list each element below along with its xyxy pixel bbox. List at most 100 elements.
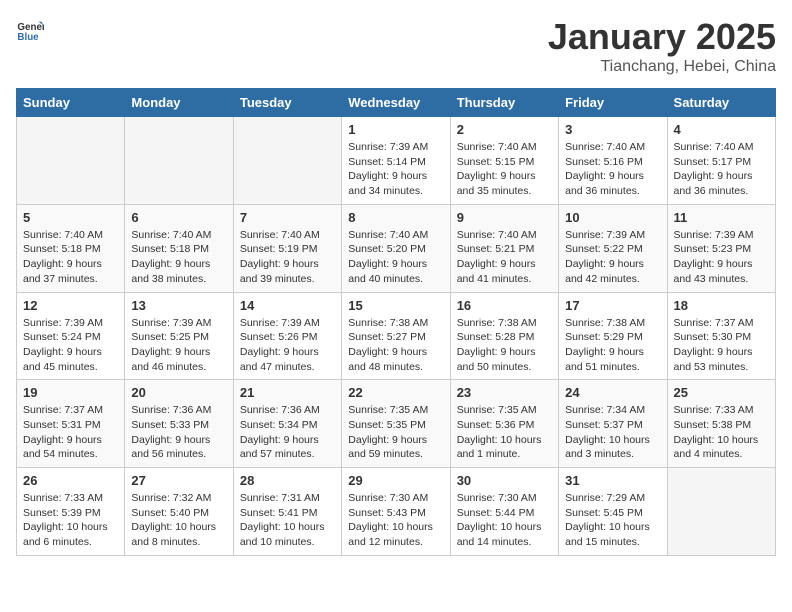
- calendar-subtitle: Tianchang, Hebei, China: [548, 58, 776, 76]
- day-info: Sunrise: 7:38 AM Sunset: 5:28 PM Dayligh…: [457, 316, 552, 375]
- day-of-week-header: Saturday: [667, 89, 775, 117]
- day-number: 8: [348, 210, 443, 225]
- day-info: Sunrise: 7:38 AM Sunset: 5:27 PM Dayligh…: [348, 316, 443, 375]
- calendar-week-row: 12 Sunrise: 7:39 AM Sunset: 5:24 PM Dayli…: [17, 292, 776, 380]
- calendar-cell: 27 Sunrise: 7:32 AM Sunset: 5:40 PM Dayli…: [125, 468, 233, 556]
- calendar-cell: 11Sunrise: 7:39 AM Sunset: 5:23 PM Dayli…: [667, 204, 775, 292]
- day-number: 2: [457, 122, 552, 137]
- calendar-cell: 5 Sunrise: 7:40 AM Sunset: 5:18 PM Daylig…: [17, 204, 125, 292]
- calendar-cell: 22 Sunrise: 7:35 AM Sunset: 5:35 PM Dayli…: [342, 380, 450, 468]
- logo: General Blue: [16, 16, 44, 44]
- calendar-week-row: 19 Sunrise: 7:37 AM Sunset: 5:31 PM Dayli…: [17, 380, 776, 468]
- calendar-cell: 24 Sunrise: 7:34 AM Sunset: 5:37 PM Dayli…: [559, 380, 667, 468]
- day-info: Sunrise: 7:40 AM Sunset: 5:20 PM Dayligh…: [348, 228, 443, 287]
- calendar-week-row: 1Sunrise: 7:39 AM Sunset: 5:14 PM Daylig…: [17, 117, 776, 205]
- day-number: 25: [674, 385, 769, 400]
- calendar-cell: 18Sunrise: 7:37 AM Sunset: 5:30 PM Dayli…: [667, 292, 775, 380]
- day-number: 21: [240, 385, 335, 400]
- day-number: 20: [131, 385, 226, 400]
- day-number: 4: [674, 122, 769, 137]
- calendar-body: 1Sunrise: 7:39 AM Sunset: 5:14 PM Daylig…: [17, 117, 776, 556]
- calendar-table: SundayMondayTuesdayWednesdayThursdayFrid…: [16, 88, 776, 556]
- calendar-week-row: 26 Sunrise: 7:33 AM Sunset: 5:39 PM Dayli…: [17, 468, 776, 556]
- calendar-cell: 17 Sunrise: 7:38 AM Sunset: 5:29 PM Dayli…: [559, 292, 667, 380]
- calendar-cell: 19 Sunrise: 7:37 AM Sunset: 5:31 PM Dayli…: [17, 380, 125, 468]
- day-number: 17: [565, 298, 660, 313]
- day-number: 12: [23, 298, 118, 313]
- day-number: 7: [240, 210, 335, 225]
- day-info: Sunrise: 7:40 AM Sunset: 5:16 PM Dayligh…: [565, 140, 660, 199]
- day-info: Sunrise: 7:33 AM Sunset: 5:39 PM Dayligh…: [23, 491, 118, 550]
- calendar-cell: [125, 117, 233, 205]
- day-info: Sunrise: 7:32 AM Sunset: 5:40 PM Dayligh…: [131, 491, 226, 550]
- day-info: Sunrise: 7:37 AM Sunset: 5:30 PM Dayligh…: [674, 316, 769, 375]
- day-number: 6: [131, 210, 226, 225]
- day-number: 27: [131, 473, 226, 488]
- calendar-cell: 31 Sunrise: 7:29 AM Sunset: 5:45 PM Dayli…: [559, 468, 667, 556]
- day-info: Sunrise: 7:40 AM Sunset: 5:21 PM Dayligh…: [457, 228, 552, 287]
- day-of-week-header: Tuesday: [233, 89, 341, 117]
- day-info: Sunrise: 7:36 AM Sunset: 5:33 PM Dayligh…: [131, 403, 226, 462]
- calendar-cell: 29Sunrise: 7:30 AM Sunset: 5:43 PM Dayli…: [342, 468, 450, 556]
- day-info: Sunrise: 7:30 AM Sunset: 5:43 PM Dayligh…: [348, 491, 443, 550]
- calendar-cell: 20 Sunrise: 7:36 AM Sunset: 5:33 PM Dayli…: [125, 380, 233, 468]
- calendar-cell: 30Sunrise: 7:30 AM Sunset: 5:44 PM Dayli…: [450, 468, 558, 556]
- calendar-cell: 13 Sunrise: 7:39 AM Sunset: 5:25 PM Dayli…: [125, 292, 233, 380]
- day-info: Sunrise: 7:39 AM Sunset: 5:26 PM Dayligh…: [240, 316, 335, 375]
- calendar-cell: 6Sunrise: 7:40 AM Sunset: 5:18 PM Daylig…: [125, 204, 233, 292]
- day-number: 9: [457, 210, 552, 225]
- calendar-cell: 21 Sunrise: 7:36 AM Sunset: 5:34 PM Dayli…: [233, 380, 341, 468]
- day-number: 5: [23, 210, 118, 225]
- day-info: Sunrise: 7:39 AM Sunset: 5:22 PM Dayligh…: [565, 228, 660, 287]
- day-info: Sunrise: 7:39 AM Sunset: 5:23 PM Dayligh…: [674, 228, 769, 287]
- calendar-cell: 3 Sunrise: 7:40 AM Sunset: 5:16 PM Daylig…: [559, 117, 667, 205]
- day-info: Sunrise: 7:40 AM Sunset: 5:19 PM Dayligh…: [240, 228, 335, 287]
- calendar-cell: [667, 468, 775, 556]
- calendar-cell: 2Sunrise: 7:40 AM Sunset: 5:15 PM Daylig…: [450, 117, 558, 205]
- calendar-title: January 2025: [548, 16, 776, 58]
- calendar-cell: 16Sunrise: 7:38 AM Sunset: 5:28 PM Dayli…: [450, 292, 558, 380]
- calendar-cell: 14 Sunrise: 7:39 AM Sunset: 5:26 PM Dayli…: [233, 292, 341, 380]
- day-number: 26: [23, 473, 118, 488]
- calendar-cell: 7 Sunrise: 7:40 AM Sunset: 5:19 PM Daylig…: [233, 204, 341, 292]
- calendar-cell: 26 Sunrise: 7:33 AM Sunset: 5:39 PM Dayli…: [17, 468, 125, 556]
- day-info: Sunrise: 7:39 AM Sunset: 5:25 PM Dayligh…: [131, 316, 226, 375]
- calendar-cell: 23Sunrise: 7:35 AM Sunset: 5:36 PM Dayli…: [450, 380, 558, 468]
- day-number: 19: [23, 385, 118, 400]
- title-area: January 2025 Tianchang, Hebei, China: [548, 16, 776, 76]
- calendar-cell: 8 Sunrise: 7:40 AM Sunset: 5:20 PM Daylig…: [342, 204, 450, 292]
- day-of-week-header: Thursday: [450, 89, 558, 117]
- day-number: 28: [240, 473, 335, 488]
- day-info: Sunrise: 7:29 AM Sunset: 5:45 PM Dayligh…: [565, 491, 660, 550]
- day-of-week-header: Wednesday: [342, 89, 450, 117]
- day-number: 22: [348, 385, 443, 400]
- day-number: 24: [565, 385, 660, 400]
- day-number: 23: [457, 385, 552, 400]
- day-number: 10: [565, 210, 660, 225]
- calendar-cell: 10 Sunrise: 7:39 AM Sunset: 5:22 PM Dayli…: [559, 204, 667, 292]
- calendar-cell: [233, 117, 341, 205]
- header: General Blue January 2025 Tianchang, Heb…: [16, 16, 776, 76]
- calendar-cell: [17, 117, 125, 205]
- calendar-week-row: 5 Sunrise: 7:40 AM Sunset: 5:18 PM Daylig…: [17, 204, 776, 292]
- day-info: Sunrise: 7:39 AM Sunset: 5:24 PM Dayligh…: [23, 316, 118, 375]
- day-info: Sunrise: 7:38 AM Sunset: 5:29 PM Dayligh…: [565, 316, 660, 375]
- day-number: 14: [240, 298, 335, 313]
- day-number: 31: [565, 473, 660, 488]
- day-info: Sunrise: 7:37 AM Sunset: 5:31 PM Dayligh…: [23, 403, 118, 462]
- day-info: Sunrise: 7:36 AM Sunset: 5:34 PM Dayligh…: [240, 403, 335, 462]
- day-info: Sunrise: 7:40 AM Sunset: 5:18 PM Dayligh…: [23, 228, 118, 287]
- day-info: Sunrise: 7:33 AM Sunset: 5:38 PM Dayligh…: [674, 403, 769, 462]
- calendar-cell: 9 Sunrise: 7:40 AM Sunset: 5:21 PM Daylig…: [450, 204, 558, 292]
- calendar-cell: 1Sunrise: 7:39 AM Sunset: 5:14 PM Daylig…: [342, 117, 450, 205]
- svg-text:Blue: Blue: [17, 32, 39, 43]
- calendar-cell: 28Sunrise: 7:31 AM Sunset: 5:41 PM Dayli…: [233, 468, 341, 556]
- day-of-week-header: Sunday: [17, 89, 125, 117]
- day-number: 3: [565, 122, 660, 137]
- day-info: Sunrise: 7:34 AM Sunset: 5:37 PM Dayligh…: [565, 403, 660, 462]
- day-number: 1: [348, 122, 443, 137]
- day-info: Sunrise: 7:35 AM Sunset: 5:35 PM Dayligh…: [348, 403, 443, 462]
- calendar-cell: 12 Sunrise: 7:39 AM Sunset: 5:24 PM Dayli…: [17, 292, 125, 380]
- day-number: 13: [131, 298, 226, 313]
- logo-icon: General Blue: [16, 16, 44, 44]
